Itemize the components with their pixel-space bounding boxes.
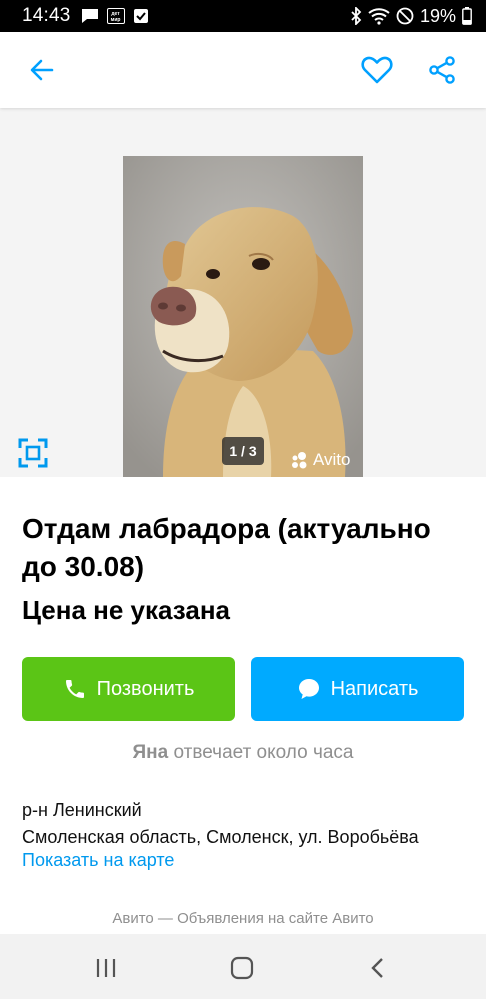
listing-title: Отдам лабрадора (актуально до 30.08) bbox=[22, 513, 431, 582]
heart-icon bbox=[361, 56, 393, 84]
recents-icon bbox=[96, 959, 116, 977]
message-notification-icon bbox=[81, 8, 99, 24]
share-icon bbox=[429, 56, 455, 84]
photo-gallery[interactable]: 1 / 3 Avito bbox=[0, 108, 486, 477]
system-status-icons: 19% bbox=[350, 6, 472, 27]
listing-price: Цена не указана bbox=[22, 595, 230, 625]
seller-response-time: отвечает около часа bbox=[173, 742, 354, 763]
arrow-left-icon bbox=[30, 59, 54, 81]
nav-back-button[interactable] bbox=[360, 950, 396, 986]
battery-percent: 19% bbox=[419, 5, 456, 26]
back-button[interactable] bbox=[24, 52, 60, 88]
do-not-disturb-icon bbox=[396, 7, 414, 25]
listing-photo[interactable] bbox=[123, 156, 363, 477]
district: р-н Ленинский bbox=[22, 800, 142, 820]
phone-icon bbox=[65, 680, 84, 698]
detmir-app-icon: дет мир bbox=[106, 8, 125, 24]
full-address: Смоленская область, Смоленск, ул. Воробь… bbox=[22, 827, 419, 847]
avito-logo-icon bbox=[292, 452, 307, 469]
address-block: р-н Ленинский Смоленская область, Смолен… bbox=[22, 797, 419, 851]
seller-name[interactable]: Яна bbox=[133, 742, 169, 763]
call-button-label: Позвонить bbox=[96, 677, 195, 700]
wifi-icon bbox=[368, 7, 390, 25]
notification-icons: дет мир bbox=[81, 8, 149, 24]
watermark-text: Avito bbox=[313, 450, 351, 469]
seller-info: Яна отвечает около часа bbox=[0, 742, 486, 764]
recents-button[interactable] bbox=[88, 950, 124, 986]
home-button[interactable] bbox=[224, 950, 260, 986]
fullscreen-icon bbox=[18, 438, 48, 468]
fullscreen-button[interactable] bbox=[14, 434, 52, 472]
share-button[interactable] bbox=[424, 52, 460, 88]
battery-icon bbox=[462, 7, 472, 25]
photo-counter: 1 / 3 bbox=[222, 437, 264, 465]
write-button[interactable]: Написать bbox=[251, 657, 464, 721]
checkbox-notification-icon bbox=[133, 8, 149, 24]
home-icon bbox=[230, 956, 254, 980]
app-bar bbox=[0, 32, 486, 108]
labrador-dog-photo bbox=[123, 156, 363, 477]
status-time: 14:43 bbox=[22, 5, 71, 26]
show-on-map-link[interactable]: Показать на карте bbox=[22, 850, 174, 871]
write-button-label: Написать bbox=[330, 677, 419, 700]
avito-watermark: Avito bbox=[290, 450, 351, 470]
status-bar: 14:43 дет мир 19% bbox=[0, 0, 486, 32]
chat-bubble-icon bbox=[298, 679, 319, 699]
bluetooth-icon bbox=[350, 7, 362, 25]
system-navigation-bar bbox=[0, 934, 486, 999]
chevron-left-icon bbox=[371, 958, 383, 978]
favorite-button[interactable] bbox=[359, 52, 395, 88]
footer-caption: Авито — Объявления на сайте Авито bbox=[112, 910, 374, 927]
call-button[interactable]: Позвонить bbox=[22, 657, 235, 721]
